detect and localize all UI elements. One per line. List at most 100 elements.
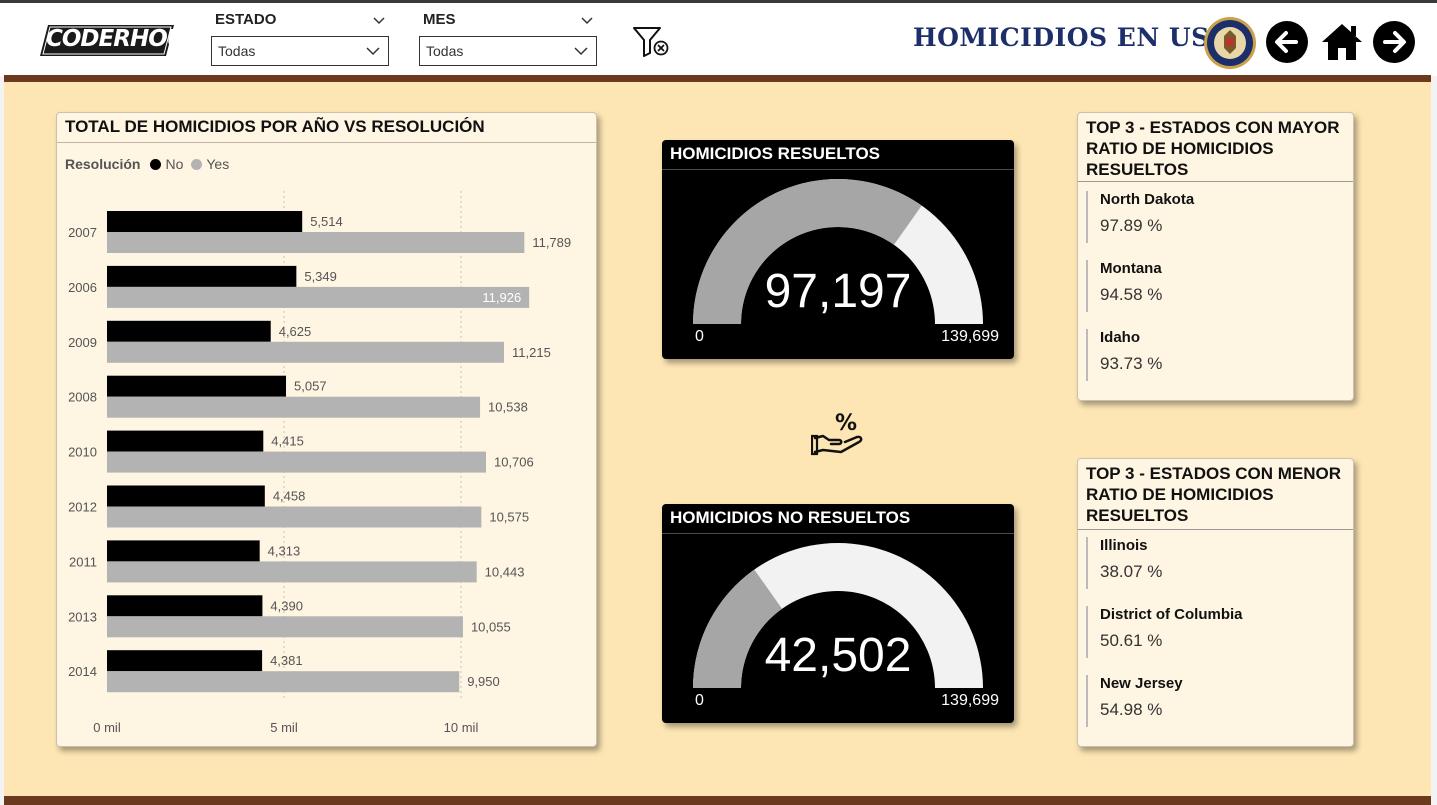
gauge-title-resueltos: HOMICIDIOS RESUELTOS [670, 144, 881, 163]
canvas-right-margin [1431, 76, 1437, 805]
slicer-estado-label: ESTADO [215, 11, 277, 28]
bar-no [107, 485, 265, 507]
data-label: 4,390 [270, 598, 303, 613]
bar-yes [107, 232, 525, 253]
report-header: CODERHOUSE ESTADO Todas MES Todas HOMICI… [0, 3, 1437, 76]
y-category-label: 2006 [68, 280, 97, 295]
card-header: TOP 3 - ESTADOS CON MAYOR RATIO DE HOMIC… [1078, 113, 1353, 182]
arrow-left-icon [1275, 31, 1298, 53]
gauge-min-no-resueltos: 0 [695, 692, 704, 709]
arrow-right-icon [1383, 31, 1406, 53]
data-label: 9,950 [467, 674, 500, 689]
y-category-label: 2009 [68, 335, 97, 350]
data-label: 4,625 [279, 324, 312, 339]
card-top3-mayor[interactable]: TOP 3 - ESTADOS CON MAYOR RATIO DE HOMIC… [1077, 112, 1354, 401]
y-category-label: 2010 [68, 445, 97, 460]
data-label: 10,055 [471, 619, 511, 634]
state-name: North Dakota [1100, 191, 1195, 208]
data-label: 11,926 [482, 290, 521, 305]
x-tick-label: 0 mil [93, 720, 121, 735]
slicer-mes-dropdown[interactable]: Todas [419, 36, 597, 66]
logo-text: CODERHOUSE [46, 26, 216, 52]
top3-menor-item: District of Columbia 50.61 % [1086, 606, 1346, 658]
x-tick-label: 10 mil [444, 720, 479, 735]
state-name: New Jersey [1100, 675, 1183, 692]
bar-no [107, 375, 287, 397]
state-ratio: 54.98 % [1100, 700, 1163, 719]
clear-filter-icon[interactable] [632, 25, 670, 59]
state-name: Illinois [1100, 537, 1148, 554]
gauge-card-resueltos[interactable]: HOMICIDIOS RESUELTOS 97,197 0 139,699 [662, 140, 1014, 359]
gauge-max-resueltos: 139,699 [941, 328, 999, 345]
top3-menor-item: Illinois 38.07 % [1086, 537, 1346, 589]
slicer-estado-dropdown[interactable]: Todas [211, 36, 389, 66]
gauge-card-no-resueltos[interactable]: HOMICIDIOS NO RESUELTOS 42,502 0 139,699 [662, 504, 1014, 723]
data-label: 10,443 [485, 564, 525, 579]
bar-no [107, 211, 303, 232]
bar-yes [107, 616, 463, 638]
gauge-value-no-resueltos: 42,502 [764, 629, 912, 682]
state-ratio: 97.89 % [1100, 216, 1163, 235]
state-ratio: 38.07 % [1100, 562, 1163, 581]
y-category-label: 2011 [69, 554, 97, 569]
gauge-header: HOMICIDIOS RESUELTOS [662, 140, 1014, 170]
back-button[interactable] [1266, 21, 1308, 63]
bar-yes [107, 671, 460, 693]
state-name: Idaho [1100, 329, 1140, 346]
coderhouse-logo: CODERHOUSE [40, 24, 216, 57]
data-label: 10,706 [494, 455, 534, 470]
doj-seal-icon [1204, 17, 1256, 69]
chart-homicidios-por-anio[interactable]: TOTAL DE HOMICIDIOS POR AÑO VS RESOLUCIÓ… [56, 112, 597, 747]
bar-chart-plot: 0 mil 5 mil 10 mil 2007 5,514 11,789 2006 5,349… [68, 191, 571, 735]
card-header: TOP 3 - ESTADOS CON MENOR RATIO DE HOMIC… [1078, 459, 1353, 530]
card-top3-menor[interactable]: TOP 3 - ESTADOS CON MENOR RATIO DE HOMIC… [1077, 458, 1354, 747]
slicer-mes-value: Todas [426, 43, 464, 59]
bar-no [107, 320, 271, 342]
state-ratio: 94.58 % [1100, 285, 1163, 304]
state-ratio: 93.73 % [1100, 354, 1163, 373]
chevron-down-icon[interactable] [373, 17, 385, 25]
y-category-label: 2007 [68, 225, 97, 240]
bar-yes [107, 286, 530, 308]
top3-mayor-item: North Dakota 97.89 % [1086, 191, 1346, 243]
bar-yes [107, 396, 481, 418]
data-label: 11,789 [532, 235, 571, 250]
top3-mayor-title: TOP 3 - ESTADOS CON MAYOR RATIO DE HOMIC… [1086, 118, 1340, 179]
data-label: 10,575 [489, 510, 529, 525]
percent-hand-icon: % [811, 411, 863, 456]
slicer-mes-label: MES [423, 11, 456, 28]
data-label: 5,057 [294, 379, 327, 394]
data-label: 10,538 [488, 400, 528, 415]
gauge-title-no-resueltos: HOMICIDIOS NO RESUELTOS [670, 508, 911, 527]
chevron-down-icon [574, 47, 588, 56]
data-label: 4,381 [270, 653, 303, 668]
data-label: 11,215 [512, 345, 551, 360]
footer-divider [4, 796, 1431, 805]
slicer-estado[interactable]: ESTADO Todas [211, 11, 389, 67]
forward-button[interactable] [1373, 21, 1415, 63]
y-category-label: 2012 [68, 500, 97, 515]
bar-yes [107, 506, 482, 528]
data-label: 4,415 [271, 434, 304, 449]
slicer-estado-value: Todas [218, 43, 256, 59]
home-icon[interactable] [1320, 20, 1364, 64]
state-name: Montana [1100, 260, 1162, 277]
data-label: 5,514 [310, 214, 343, 229]
gauge-value-resueltos: 97,197 [764, 265, 912, 318]
data-label: 4,458 [273, 489, 306, 504]
data-label: 5,349 [304, 269, 337, 284]
header-divider [4, 75, 1431, 82]
slicer-mes[interactable]: MES Todas [419, 11, 597, 67]
y-category-label: 2008 [68, 390, 97, 405]
bar-no [107, 595, 263, 617]
bar-yes [107, 341, 505, 363]
report-title: HOMICIDIOS EN USA [913, 23, 1230, 52]
x-tick-label: 5 mil [270, 720, 298, 735]
bar-no [107, 540, 260, 562]
chevron-down-icon[interactable] [581, 17, 593, 25]
top3-menor-item: New Jersey 54.98 % [1086, 675, 1346, 727]
state-ratio: 50.61 % [1100, 631, 1163, 650]
gauge-min-resueltos: 0 [695, 328, 704, 345]
y-category-label: 2014 [68, 664, 97, 679]
bar-yes [107, 561, 477, 583]
